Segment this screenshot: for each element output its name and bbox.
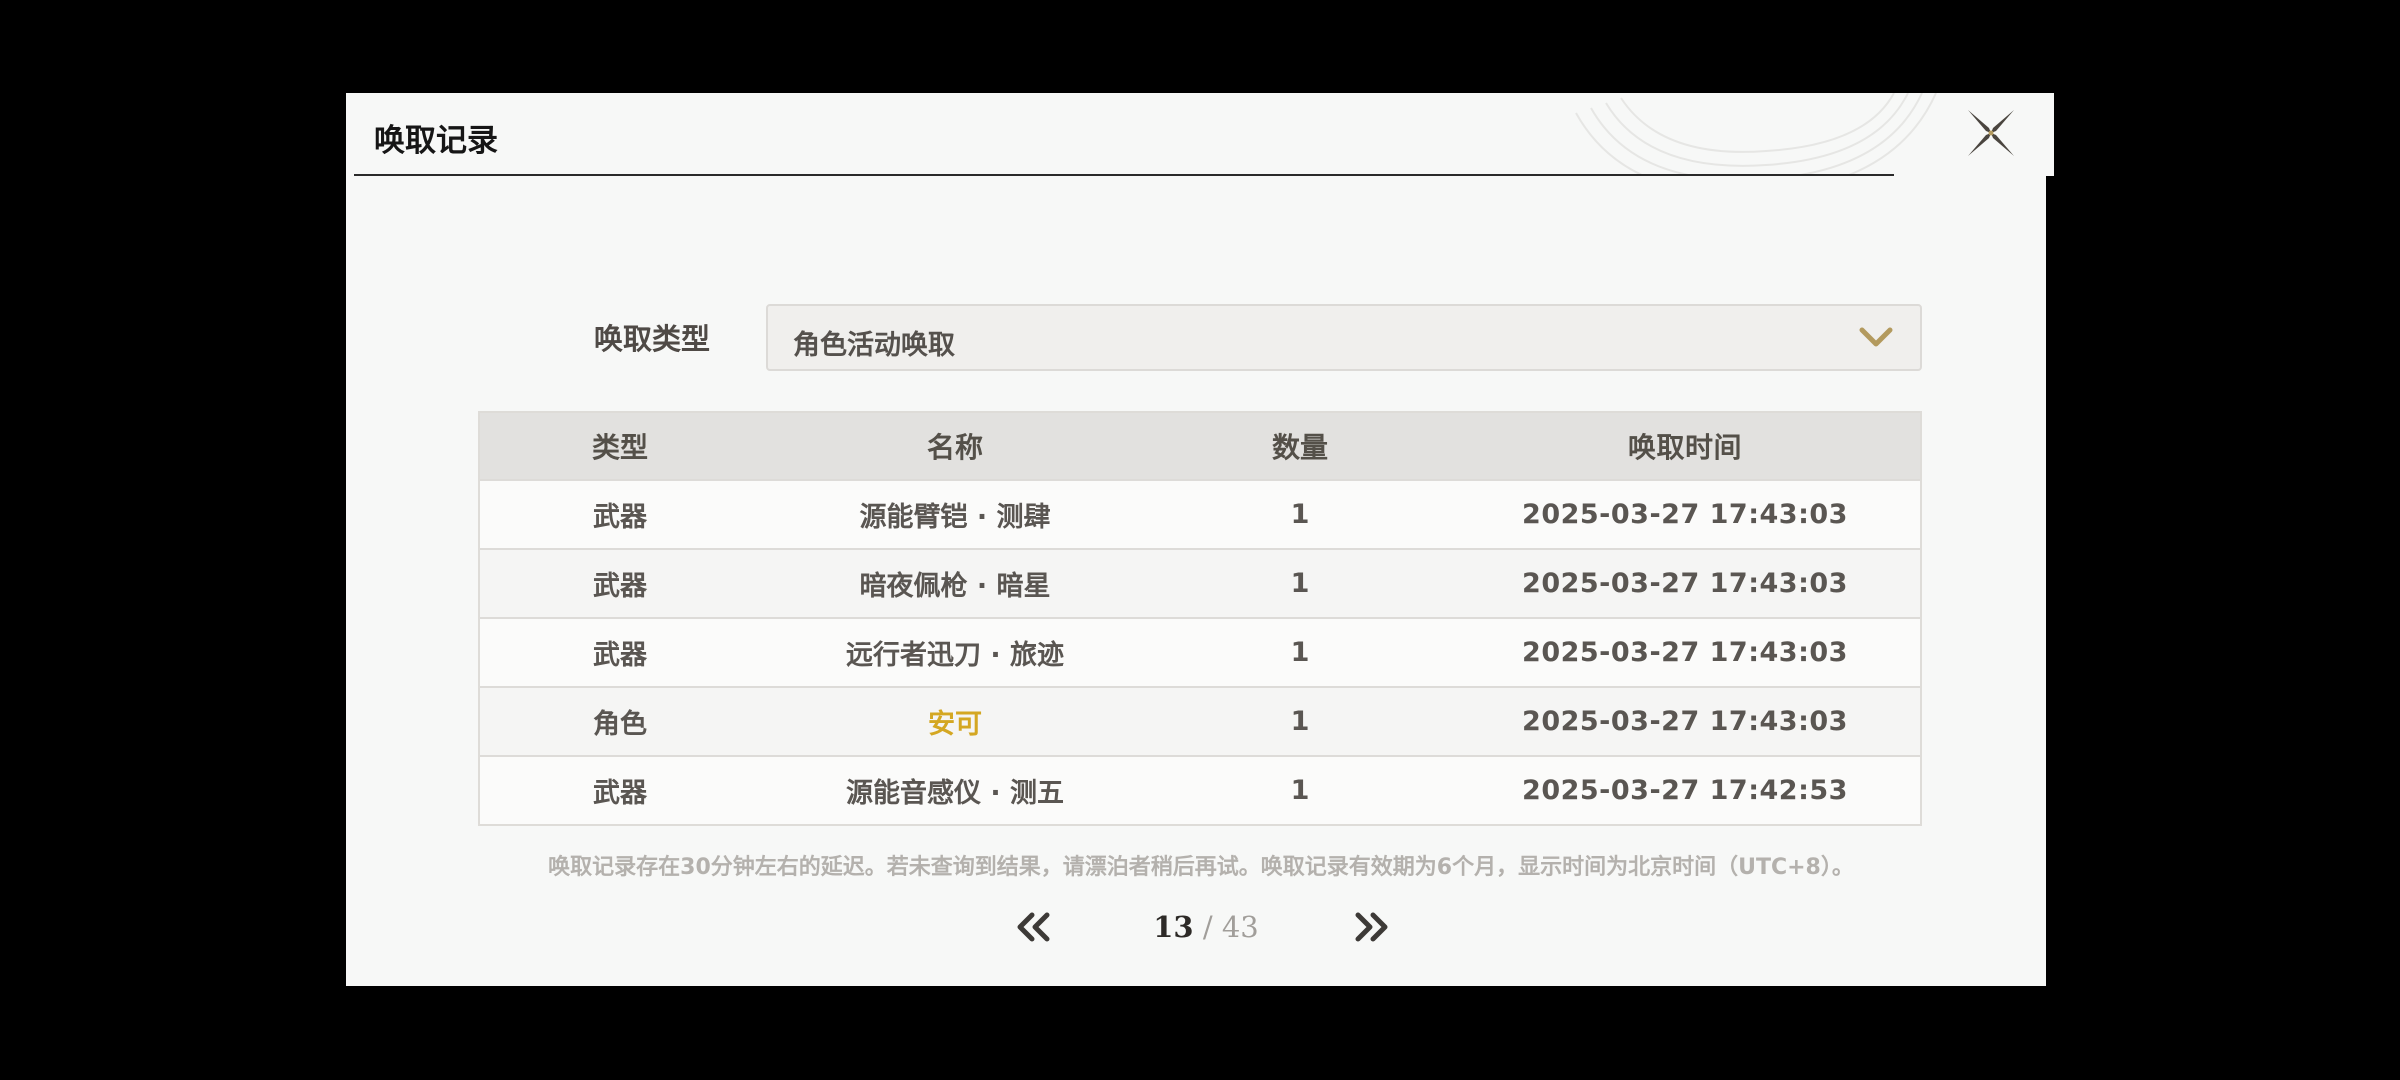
row-name: 暗夜佩枪 · 暗星	[859, 571, 1051, 602]
row-time: 2025-03-27 17:43:03	[1522, 637, 1848, 668]
page-separator: /	[1193, 910, 1222, 944]
delay-notice: 唤取记录存在30分钟左右的延迟。若未查询到结果，请漂泊者稍后再试。唤取记录有效期…	[548, 855, 1854, 880]
page-current: 13	[1153, 910, 1194, 944]
row-name: 安可	[928, 709, 982, 740]
row-type: 武器	[593, 502, 647, 533]
row-time: 2025-03-27 17:43:03	[1522, 706, 1848, 737]
row-time: 2025-03-27 17:43:03	[1522, 568, 1848, 599]
table-body: 武器 源能臂铠 · 测肆 1 2025-03-27 17:43:03 武器 暗夜佩枪 · …	[480, 479, 1920, 824]
table-row: 角色 安可 1 2025-03-27 17:43:03	[480, 686, 1920, 755]
header-time: 唤取时间	[1627, 431, 1742, 464]
table-row: 武器 远行者迅刀 · 旅迹 1 2025-03-27 17:43:03	[480, 617, 1920, 686]
record-table: 类型 名称 数量 唤取时间 武器 源能臂铠 · 测肆 1 2025-03-27 17:…	[478, 411, 1922, 826]
title-bar: 唤取记录	[346, 93, 2046, 174]
table-row: 武器 暗夜佩枪 · 暗星 1 2025-03-27 17:43:03	[480, 548, 1920, 617]
table-header: 类型 名称 数量 唤取时间	[480, 413, 1920, 479]
close-x-icon[interactable]	[1964, 106, 2018, 160]
table-row: 武器 源能音感仪 · 测五 1 2025-03-27 17:42:53	[480, 755, 1920, 824]
row-time: 2025-03-27 17:43:03	[1522, 499, 1848, 530]
type-filter-label: 唤取类型	[593, 322, 710, 356]
row-type: 角色	[593, 709, 647, 740]
row-count: 1	[1290, 637, 1310, 668]
double-chevron-right-icon[interactable]	[1351, 910, 1391, 944]
table-row: 武器 源能臂铠 · 测肆 1 2025-03-27 17:43:03	[480, 479, 1920, 548]
dialog-body: 唤取类型 角色活动唤取 类型 名称 数量 唤取时间 武器 源能臂铠 · 测肆 1 20…	[346, 176, 2046, 986]
row-count: 1	[1290, 499, 1310, 530]
row-name: 源能音感仪 · 测五	[845, 778, 1065, 809]
chevron-down-icon	[1859, 327, 1893, 347]
row-count: 1	[1290, 706, 1310, 737]
header-type: 类型	[591, 431, 648, 464]
header-name: 名称	[926, 431, 983, 464]
row-count: 1	[1290, 775, 1310, 806]
gacha-record-dialog: 唤取类型 角色活动唤取 类型 名称 数量 唤取时间 武器 源能臂铠 · 测肆 1 20…	[346, 93, 2054, 986]
title-divider	[354, 174, 1894, 176]
dialog-edge	[2046, 176, 2054, 986]
row-type: 武器	[593, 571, 647, 602]
row-name: 远行者迅刀 · 旅迹	[845, 640, 1065, 671]
dialog-title: 唤取记录	[374, 123, 498, 159]
page-indicator: 13 / 43	[1106, 910, 1306, 944]
type-filter-value: 角色活动唤取	[793, 330, 955, 361]
row-type: 武器	[593, 640, 647, 671]
type-filter-select[interactable]: 角色活动唤取	[766, 304, 1922, 371]
row-type: 武器	[593, 778, 647, 809]
row-count: 1	[1290, 568, 1310, 599]
row-time: 2025-03-27 17:42:53	[1522, 775, 1848, 806]
header-count: 数量	[1271, 431, 1328, 464]
title-decoration-arcs	[1575, 93, 1937, 174]
page-total: 43	[1221, 910, 1259, 944]
row-name: 源能臂铠 · 测肆	[859, 502, 1051, 533]
double-chevron-left-icon[interactable]	[1014, 910, 1054, 944]
